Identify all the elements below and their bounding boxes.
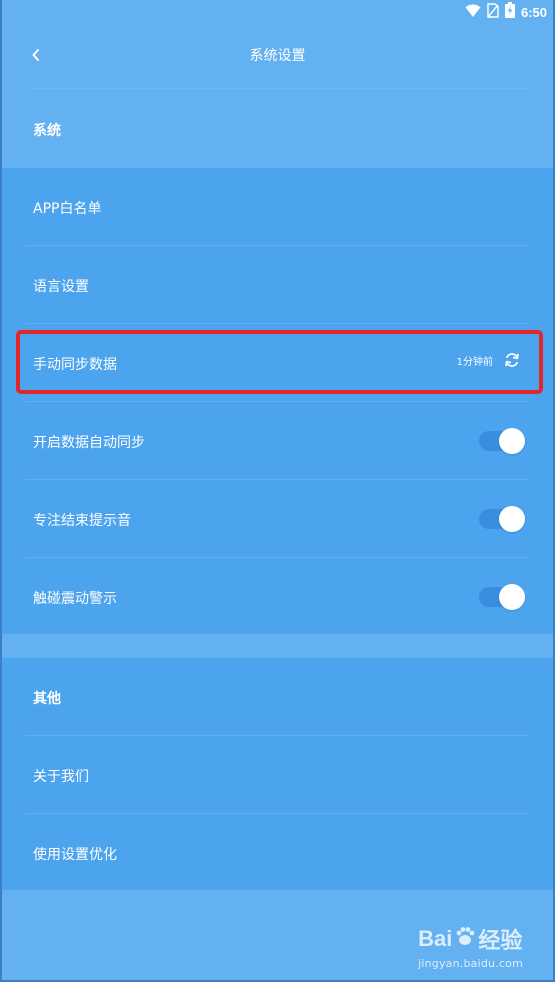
- row-label-auto-sync: 开启数据自动同步: [33, 435, 145, 451]
- paw-icon: [454, 925, 476, 953]
- row-label-language-settings: 语言设置: [33, 279, 89, 295]
- refresh-icon[interactable]: [503, 351, 521, 369]
- settings-screen: 6:50 系统设置 系统 APP白名单 语言设置 手动同步数据 1分钟前 开启数…: [0, 0, 555, 982]
- row-app-whitelist[interactable]: APP白名单: [2, 168, 553, 246]
- row-about-us[interactable]: 关于我们: [2, 736, 553, 814]
- system-settings-panel: APP白名单 语言设置 手动同步数据 1分钟前 开启数据自动同步 专注结束提示音…: [2, 168, 553, 634]
- section-title-system: 系统: [33, 123, 61, 139]
- focus-end-sound-toggle[interactable]: [477, 505, 525, 533]
- watermark-brand-left: Bai: [418, 926, 453, 951]
- row-label-focus-end-sound: 专注结束提示音: [33, 513, 131, 529]
- row-label-manual-sync: 手动同步数据: [33, 357, 117, 373]
- row-language-settings[interactable]: 语言设置: [2, 246, 553, 324]
- watermark-logo: Bai 经验: [418, 923, 523, 955]
- no-sim-icon: [487, 2, 499, 22]
- row-label-about-us: 关于我们: [33, 769, 89, 785]
- auto-sync-toggle[interactable]: [477, 427, 525, 455]
- other-settings-panel: 其他 关于我们 使用设置优化: [2, 658, 553, 890]
- row-label-usage-optimization: 使用设置优化: [33, 847, 117, 863]
- toggle-thumb: [499, 506, 525, 532]
- page-title: 系统设置: [249, 48, 306, 64]
- touch-vibration-toggle[interactable]: [477, 583, 525, 611]
- wifi-icon: [465, 3, 481, 22]
- row-label-app-whitelist: APP白名单: [33, 201, 102, 217]
- row-touch-vibration-alert[interactable]: 触碰震动警示: [2, 558, 553, 636]
- title-bar: 系统设置: [0, 30, 555, 82]
- status-time: 6:50: [520, 4, 547, 20]
- toggle-thumb: [499, 584, 525, 610]
- status-bar: 6:50: [0, 0, 555, 24]
- row-usage-optimization[interactable]: 使用设置优化: [2, 814, 553, 892]
- row-label-touch-vibration-alert: 触碰震动警示: [33, 591, 117, 607]
- row-auto-sync[interactable]: 开启数据自动同步: [2, 402, 553, 480]
- section-header-other: 其他: [2, 658, 553, 736]
- watermark-brand-right: 经验: [478, 928, 523, 953]
- section-title-other: 其他: [33, 691, 61, 707]
- watermark-url: jingyan.baidu.com: [418, 957, 523, 970]
- status-icons: 6:50: [465, 2, 547, 22]
- row-focus-end-sound[interactable]: 专注结束提示音: [2, 480, 553, 558]
- last-sync-time: 1分钟前: [456, 356, 493, 368]
- row-manual-sync[interactable]: 手动同步数据 1分钟前: [2, 324, 553, 402]
- toggle-thumb: [499, 428, 525, 454]
- battery-charging-icon: [504, 2, 515, 22]
- section-header-system: 系统: [0, 90, 555, 168]
- manual-sync-meta: 1分钟前: [457, 351, 521, 369]
- title-divider: [28, 88, 527, 89]
- baidu-jingyan-watermark: Bai 经验 jingyan.baidu.com: [418, 923, 523, 970]
